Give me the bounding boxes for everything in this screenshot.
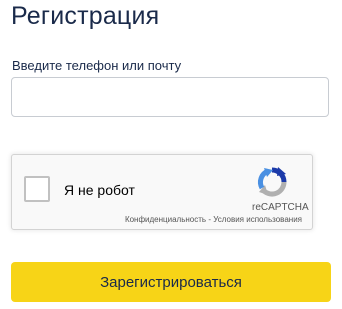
recaptcha-label: Я не робот xyxy=(64,182,135,198)
recaptcha-widget: Я не робот reCAPTCHA Конфиденциальность … xyxy=(11,154,313,230)
page-title: Регистрация xyxy=(11,2,160,30)
privacy-link[interactable]: Конфиденциальность xyxy=(125,215,206,224)
register-button[interactable]: Зарегистрироваться xyxy=(11,262,331,302)
registration-page: Регистрация Введите телефон или почту Я … xyxy=(0,0,342,309)
terms-link[interactable]: Условия использования xyxy=(213,215,302,224)
contact-input[interactable] xyxy=(11,77,329,117)
recaptcha-checkbox[interactable] xyxy=(24,176,50,202)
recaptcha-links: Конфиденциальность - Условия использован… xyxy=(125,215,302,224)
recaptcha-brand: reCAPTCHA xyxy=(252,202,309,213)
recaptcha-logo-icon xyxy=(258,167,287,197)
contact-field-label: Введите телефон или почту xyxy=(12,58,182,73)
